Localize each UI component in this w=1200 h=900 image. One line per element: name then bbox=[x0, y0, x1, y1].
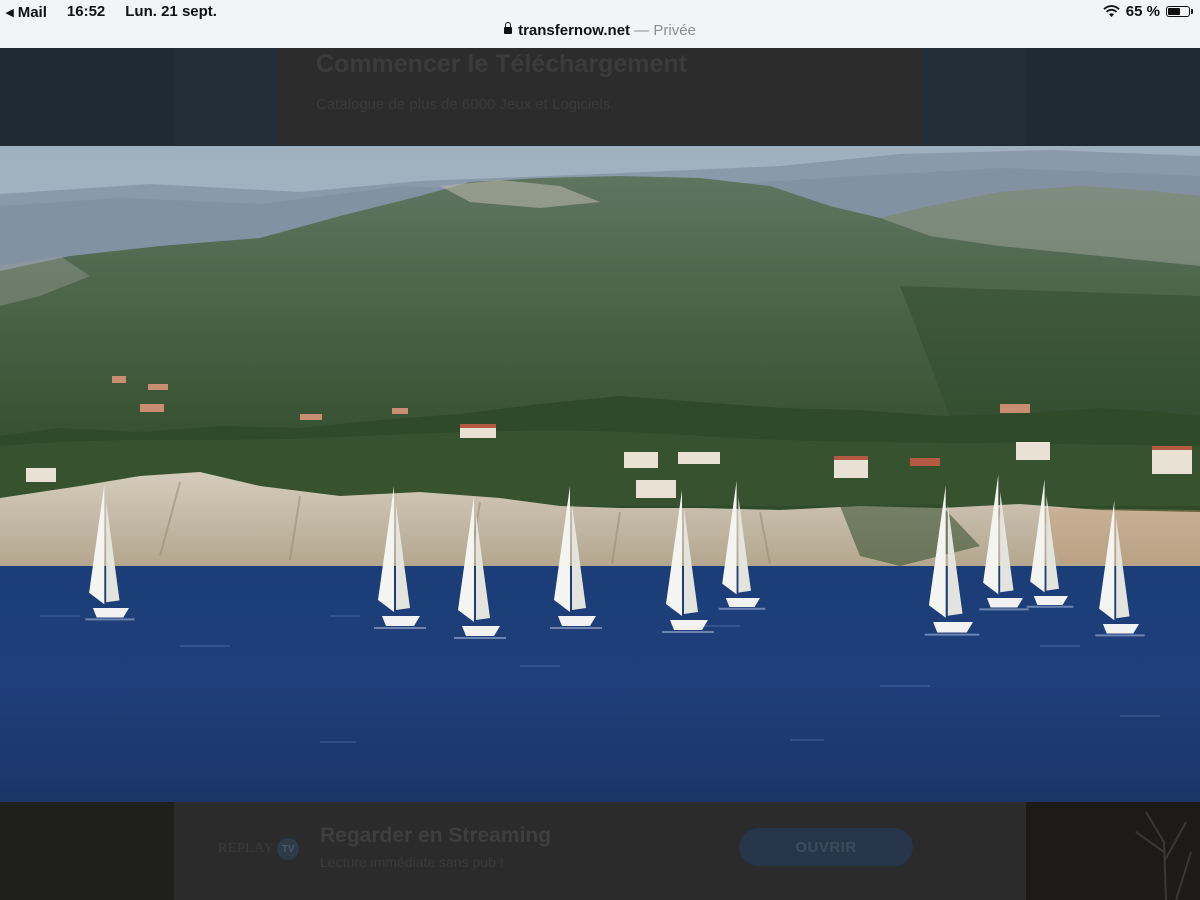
address-host: transfernow.net bbox=[518, 22, 631, 39]
back-app-label: Mail bbox=[17, 4, 47, 21]
sailing-photo[interactable] bbox=[0, 146, 1200, 802]
status-right: 65 % bbox=[1103, 3, 1193, 20]
ad-right-gutter bbox=[1026, 802, 1200, 900]
back-to-mail-link[interactable]: ◂ Mail bbox=[6, 3, 47, 21]
ad-left-gutter bbox=[0, 802, 174, 900]
right-gutter bbox=[1026, 48, 1200, 145]
wifi-icon bbox=[1103, 5, 1120, 17]
left-gutter bbox=[0, 48, 174, 145]
status-date: Lun. 21 sept. bbox=[125, 3, 217, 20]
ad-logo-badge: TV bbox=[277, 838, 300, 860]
address-bar[interactable]: transfernow.net — Privée bbox=[0, 22, 1200, 39]
ad-overlay: REPLAY TV Regarder en Streaming Lecture … bbox=[0, 802, 1200, 900]
ad-subtitle: Lecture immédiate sans pub ! bbox=[320, 854, 504, 870]
page-top-overlay: Commencer le Téléchargement Catalogue de… bbox=[0, 48, 1200, 145]
banner-subtitle: Catalogue de plus de 6000 Jeux et Logici… bbox=[316, 96, 615, 113]
private-mode-label: — Privée bbox=[634, 22, 696, 39]
ad-logo-text: REPLAY bbox=[218, 841, 275, 856]
status-left: ◂ Mail 16:52 Lun. 21 sept. bbox=[6, 3, 217, 21]
status-time: 16:52 bbox=[66, 3, 106, 20]
lock-icon bbox=[504, 22, 513, 34]
status-bar: ◂ Mail 16:52 Lun. 21 sept. 65 % transfer… bbox=[0, 0, 1200, 48]
replay-tv-logo: REPLAY TV bbox=[218, 838, 300, 860]
ad-title: Regarder en Streaming bbox=[320, 824, 552, 847]
ad-open-button[interactable]: OUVRIR bbox=[739, 828, 913, 866]
battery-percent: 65 % bbox=[1125, 3, 1160, 20]
battery-icon bbox=[1166, 6, 1193, 17]
tree-branches-decoration bbox=[1135, 811, 1192, 900]
banner-title: Commencer le Téléchargement bbox=[316, 50, 687, 78]
